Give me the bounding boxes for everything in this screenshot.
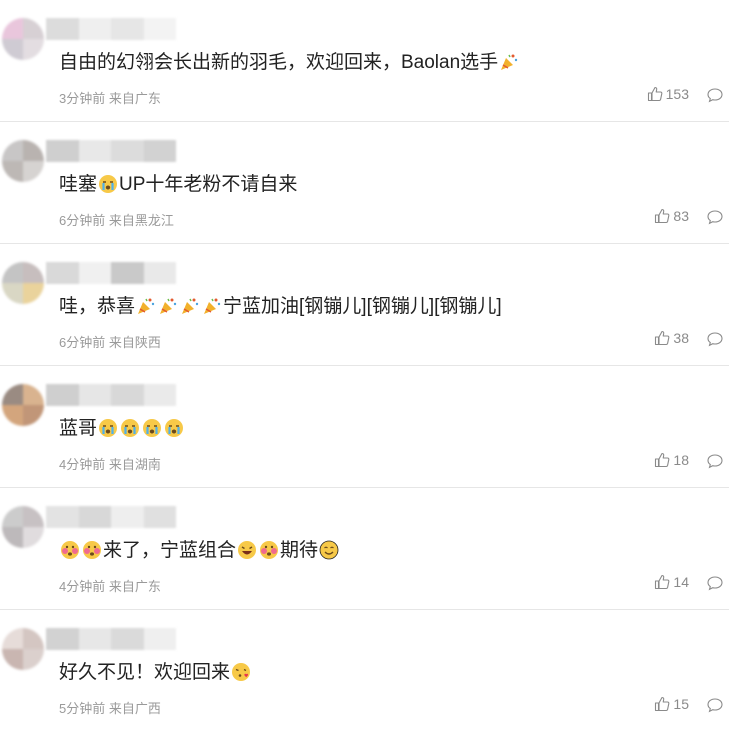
comment-bubble-icon[interactable] xyxy=(707,575,723,591)
like-button[interactable]: 38 xyxy=(654,330,689,346)
comment-text: 哇，恭喜 宁蓝加油[钢镚儿][钢镚儿][钢镚儿] xyxy=(59,294,502,320)
comment-text-part: 宁蓝加油[钢镚儿][钢镚儿][钢镚儿] xyxy=(223,296,502,317)
comment-bubble-icon[interactable] xyxy=(707,453,723,469)
username-blurred[interactable] xyxy=(46,506,176,528)
comment-bubble-icon[interactable] xyxy=(707,697,723,713)
comment-text: 好久不见！欢迎回来 xyxy=(59,660,252,686)
thumbs-up-icon xyxy=(655,696,670,712)
comment-item: 哇，恭喜 宁蓝加油[钢镚儿][钢镚儿][钢镚儿] 6分钟前 来自陕西 38 xyxy=(0,244,729,366)
comment-text-part: 来了，宁蓝组合 xyxy=(103,540,237,561)
comment-meta: 4分钟前 来自广东 xyxy=(59,579,161,594)
comment-item: 来了，宁蓝组合 期待 4分钟前 来自广东 14 xyxy=(0,488,729,610)
comment-bubble-icon[interactable] xyxy=(707,209,723,225)
comment-text: 哇塞 UP十年老粉不请自来 xyxy=(59,172,297,198)
avatar[interactable] xyxy=(2,140,44,182)
comment-text-part: 哇塞 xyxy=(59,174,98,195)
comment-item: 自由的幻翎会长出新的羽毛，欢迎回来，Baolan选手 3分钟前 来自广东 153 xyxy=(0,0,729,122)
party-popper-icon xyxy=(501,54,518,70)
like-count: 153 xyxy=(665,86,689,102)
blush-face-icon xyxy=(83,541,101,559)
like-count: 15 xyxy=(673,696,689,712)
username-blurred[interactable] xyxy=(46,262,176,284)
thumbs-up-icon xyxy=(655,452,670,468)
avatar[interactable] xyxy=(2,506,44,548)
comment-text-part: 自由的幻翎会长出新的羽毛，欢迎回来，Baolan选手 xyxy=(59,52,499,73)
comment-text-part: 好久不见！欢迎回来 xyxy=(59,662,231,683)
avatar[interactable] xyxy=(2,262,44,304)
comment-text-part: 期待 xyxy=(280,540,319,561)
party-popper-icon xyxy=(138,298,155,314)
crying-face-icon xyxy=(143,419,162,437)
comment-item: 蓝哥 4分钟前 来自湖南 18 xyxy=(0,366,729,488)
crying-face-icon xyxy=(99,175,118,193)
like-count: 14 xyxy=(673,574,689,590)
crying-face-icon xyxy=(121,419,140,437)
username-blurred[interactable] xyxy=(46,384,176,406)
like-count: 18 xyxy=(673,452,689,468)
party-popper-icon xyxy=(182,298,199,314)
username-blurred[interactable] xyxy=(46,628,176,650)
comment-text: 来了，宁蓝组合 期待 xyxy=(59,538,340,564)
comment-meta: 6分钟前 来自黑龙江 xyxy=(59,213,174,228)
comment-meta: 6分钟前 来自陕西 xyxy=(59,335,161,350)
comment-list: 自由的幻翎会长出新的羽毛，欢迎回来，Baolan选手 3分钟前 来自广东 153… xyxy=(0,0,729,731)
laughing-face-icon xyxy=(238,541,257,559)
like-count: 83 xyxy=(673,208,689,224)
comment-meta: 4分钟前 来自湖南 xyxy=(59,457,161,472)
grin-face-icon xyxy=(319,540,339,560)
blush-face-icon xyxy=(61,541,79,559)
like-count: 38 xyxy=(673,330,689,346)
comment-text: 蓝哥 xyxy=(59,416,185,442)
thumbs-up-icon xyxy=(655,208,670,224)
comment-bubble-icon[interactable] xyxy=(707,331,723,347)
username-blurred[interactable] xyxy=(46,18,176,40)
blush-face-icon xyxy=(260,541,279,559)
comment-text: 自由的幻翎会长出新的羽毛，欢迎回来，Baolan选手 xyxy=(59,50,520,76)
comment-meta: 3分钟前 来自广东 xyxy=(59,91,161,106)
party-popper-icon xyxy=(204,298,221,314)
comment-item: 哇塞 UP十年老粉不请自来 6分钟前 来自黑龙江 83 xyxy=(0,122,729,244)
party-popper-icon xyxy=(160,298,177,314)
avatar[interactable] xyxy=(2,384,44,426)
avatar[interactable] xyxy=(2,18,44,60)
crying-face-icon xyxy=(165,419,184,437)
avatar[interactable] xyxy=(2,628,44,670)
thumbs-up-icon xyxy=(655,330,670,346)
comment-text-part: 哇，恭喜 xyxy=(59,296,136,317)
comment-text-part: UP十年老粉不请自来 xyxy=(119,174,298,195)
comment-item: 好久不见！欢迎回来 5分钟前 来自广西 15 xyxy=(0,610,729,732)
like-button[interactable]: 18 xyxy=(654,452,689,468)
like-button[interactable]: 83 xyxy=(654,208,689,224)
like-button[interactable]: 14 xyxy=(654,574,689,590)
thumbs-up-icon xyxy=(655,574,670,590)
like-button[interactable]: 15 xyxy=(654,696,689,712)
kiss-face-icon xyxy=(232,663,251,681)
crying-face-icon xyxy=(99,419,118,437)
comment-bubble-icon[interactable] xyxy=(707,87,723,103)
username-blurred[interactable] xyxy=(46,140,176,162)
comment-text-part: 蓝哥 xyxy=(59,418,98,439)
comment-meta: 5分钟前 来自广西 xyxy=(59,701,161,716)
thumbs-up-icon xyxy=(647,86,663,102)
like-button[interactable]: 153 xyxy=(647,86,689,102)
